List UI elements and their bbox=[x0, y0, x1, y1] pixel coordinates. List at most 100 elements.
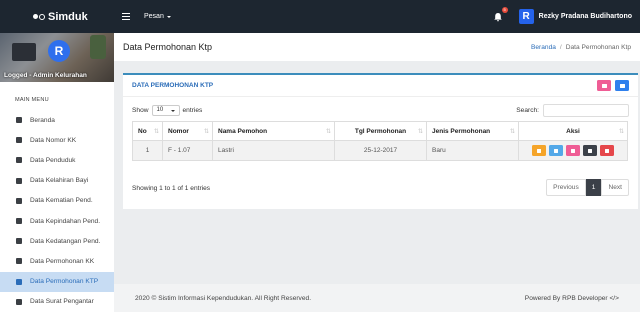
data-card: DATA PERMOHONAN KTP Show 10 entries Sear… bbox=[123, 73, 638, 209]
breadcrumb: Beranda / Data Permohonan Ktp bbox=[531, 44, 631, 51]
user-icon bbox=[16, 258, 22, 265]
notification-badge: 5 bbox=[501, 6, 508, 13]
column-header-nama-pemohon[interactable]: Nama Pemohon ⇅ bbox=[212, 121, 335, 141]
sort-icon: ⇅ bbox=[417, 129, 423, 135]
print-icon bbox=[601, 83, 607, 88]
print-row-button[interactable] bbox=[566, 145, 580, 156]
column-label: Nomor bbox=[168, 127, 189, 135]
search-label: Search: bbox=[516, 106, 539, 114]
card-header: DATA PERMOHONAN KTP bbox=[123, 75, 638, 97]
sidebar-item-label: Data Nomor KK bbox=[30, 136, 77, 144]
file-icon bbox=[537, 148, 541, 153]
footer: 2020 © Sistim Informasi Kependudukan. Al… bbox=[114, 284, 640, 312]
column-label: No bbox=[138, 127, 147, 135]
column-header-no[interactable]: No ⇅ bbox=[132, 121, 163, 141]
sidebar-item-label: Data Surat Pengantar bbox=[30, 298, 94, 306]
pagination: Previous 1 Next bbox=[546, 179, 629, 196]
cell-aksi bbox=[518, 140, 628, 161]
sort-icon: ⇅ bbox=[153, 129, 159, 135]
monitor-image bbox=[12, 43, 36, 61]
card-title: DATA PERMOHONAN KTP bbox=[132, 82, 214, 89]
search-input[interactable] bbox=[543, 103, 629, 117]
edit-icon bbox=[588, 148, 592, 153]
brand[interactable]: Simduk bbox=[0, 0, 114, 33]
sidebar-item-beranda[interactable]: Beranda bbox=[0, 110, 114, 130]
check-square-icon bbox=[16, 298, 22, 305]
cell-nomor: F - 1.07 bbox=[162, 140, 213, 161]
column-header-aksi[interactable]: Aksi ⇅ bbox=[518, 121, 628, 141]
caret-down-icon bbox=[170, 109, 175, 112]
sidebar-item-label: Data Kepindahan Pend. bbox=[30, 217, 101, 225]
page-1-button[interactable]: 1 bbox=[585, 179, 602, 196]
sidebar-item-label: Beranda bbox=[30, 116, 55, 124]
footer-powered-by: Powered By RPB Developer </> bbox=[524, 294, 619, 302]
baby-icon bbox=[16, 177, 22, 184]
brand-logo-icon bbox=[33, 13, 45, 20]
entries-select[interactable]: 10 bbox=[151, 104, 180, 116]
sidebar-item-data-permohonan-kk[interactable]: Data Permohonan KK bbox=[0, 251, 114, 271]
detail-button[interactable] bbox=[532, 145, 546, 156]
column-label: Nama Pemohon bbox=[218, 127, 268, 135]
table-header-row: No ⇅ Nomor ⇅ Nama Pemohon ⇅ Tgl Permohonan ⇅… bbox=[132, 121, 628, 141]
sidebar-item-data-kelahiran-bayi[interactable]: Data Kelahiran Bayi bbox=[0, 171, 114, 191]
column-label: Aksi bbox=[566, 127, 580, 135]
sidebar-item-data-kedatangan[interactable]: Data Kedatangan Pend. bbox=[0, 231, 114, 251]
page-header: Data Permohonan Ktp Beranda / Data Permoho… bbox=[114, 33, 640, 61]
table-row: 1 F - 1.07 Lastri 25-12-2017 Baru bbox=[132, 140, 628, 161]
sort-icon: ⇅ bbox=[325, 129, 331, 135]
sidebar-item-data-penduduk[interactable]: Data Penduduk bbox=[0, 150, 114, 170]
id-card-icon bbox=[16, 137, 22, 144]
pesan-dropdown[interactable]: Pesan bbox=[144, 13, 171, 20]
walking-icon bbox=[16, 218, 22, 225]
cell-nama: Lastri bbox=[212, 140, 335, 161]
sidebar-item-data-kepindahan[interactable]: Data Kepindahan Pend. bbox=[0, 211, 114, 231]
breadcrumb-home[interactable]: Beranda bbox=[531, 44, 556, 51]
add-button[interactable] bbox=[615, 80, 629, 91]
user-logo[interactable]: R bbox=[518, 9, 534, 24]
entries-value: 10 bbox=[156, 107, 164, 113]
sidebar-item-label: Data Permohonan KTP bbox=[30, 278, 99, 286]
sort-icon: ⇅ bbox=[618, 129, 624, 135]
print-button[interactable] bbox=[597, 80, 611, 91]
trash-icon bbox=[605, 148, 609, 153]
table-controls: Show 10 entries Search: bbox=[123, 97, 638, 117]
user-name[interactable]: Rezky Pradana Budihartono bbox=[539, 13, 632, 20]
send-button[interactable] bbox=[549, 145, 563, 156]
cell-no: 1 bbox=[132, 140, 163, 161]
sidebar-item-label: Data Permohonan KK bbox=[30, 257, 95, 265]
notification-bell-icon[interactable]: 5 bbox=[493, 6, 508, 22]
previous-page-button[interactable]: Previous bbox=[546, 179, 586, 196]
column-label: Tgl Permohonan bbox=[354, 127, 407, 135]
delete-button[interactable] bbox=[600, 145, 614, 156]
id-badge-icon bbox=[16, 278, 22, 285]
sidebar-item-data-surat-pengantar[interactable]: Data Surat Pengantar bbox=[0, 292, 114, 312]
column-header-nomor[interactable]: Nomor ⇅ bbox=[162, 121, 213, 141]
column-header-tgl-permohonan[interactable]: Tgl Permohonan ⇅ bbox=[334, 121, 427, 141]
sidebar-item-data-kematian[interactable]: Data Kematian Pend. bbox=[0, 191, 114, 211]
hamburger-menu-icon[interactable] bbox=[122, 13, 130, 20]
sidebar: R Logged - Admin Kelurahan MAIN MENU Ber… bbox=[0, 33, 114, 312]
cell-tgl: 25-12-2017 bbox=[334, 140, 427, 161]
sidebar-item-data-permohonan-ktp[interactable]: Data Permohonan KTP bbox=[0, 271, 114, 292]
breadcrumb-current: Data Permohonan Ktp bbox=[565, 43, 631, 51]
edit-button[interactable] bbox=[583, 145, 597, 156]
bed-icon bbox=[16, 197, 22, 204]
next-page-button[interactable]: Next bbox=[601, 179, 629, 196]
cell-jenis: Baru bbox=[426, 140, 519, 161]
sort-icon: ⇅ bbox=[203, 129, 209, 135]
table-info: Showing 1 to 1 of 1 entries bbox=[132, 185, 211, 192]
page-title: Data Permohonan Ktp bbox=[123, 42, 213, 52]
profile-label: Logged - Admin Kelurahan bbox=[4, 72, 87, 79]
column-header-jenis-permohonan[interactable]: Jenis Permohonan ⇅ bbox=[426, 121, 519, 141]
sort-icon: ⇅ bbox=[509, 129, 515, 135]
brand-name: Simduk bbox=[48, 10, 88, 23]
pencil-icon bbox=[619, 83, 625, 88]
top-navbar: Simduk Pesan 5 R Rezky Pradana Budiharto… bbox=[0, 0, 640, 33]
pesan-label: Pesan bbox=[144, 13, 164, 20]
entries-label: entries bbox=[182, 106, 203, 114]
show-label: Show bbox=[132, 106, 149, 114]
person-icon bbox=[16, 157, 22, 164]
avatar[interactable]: R bbox=[48, 40, 70, 62]
dashboard-icon bbox=[16, 117, 22, 124]
sidebar-item-data-nomor-kk[interactable]: Data Nomor KK bbox=[0, 130, 114, 150]
